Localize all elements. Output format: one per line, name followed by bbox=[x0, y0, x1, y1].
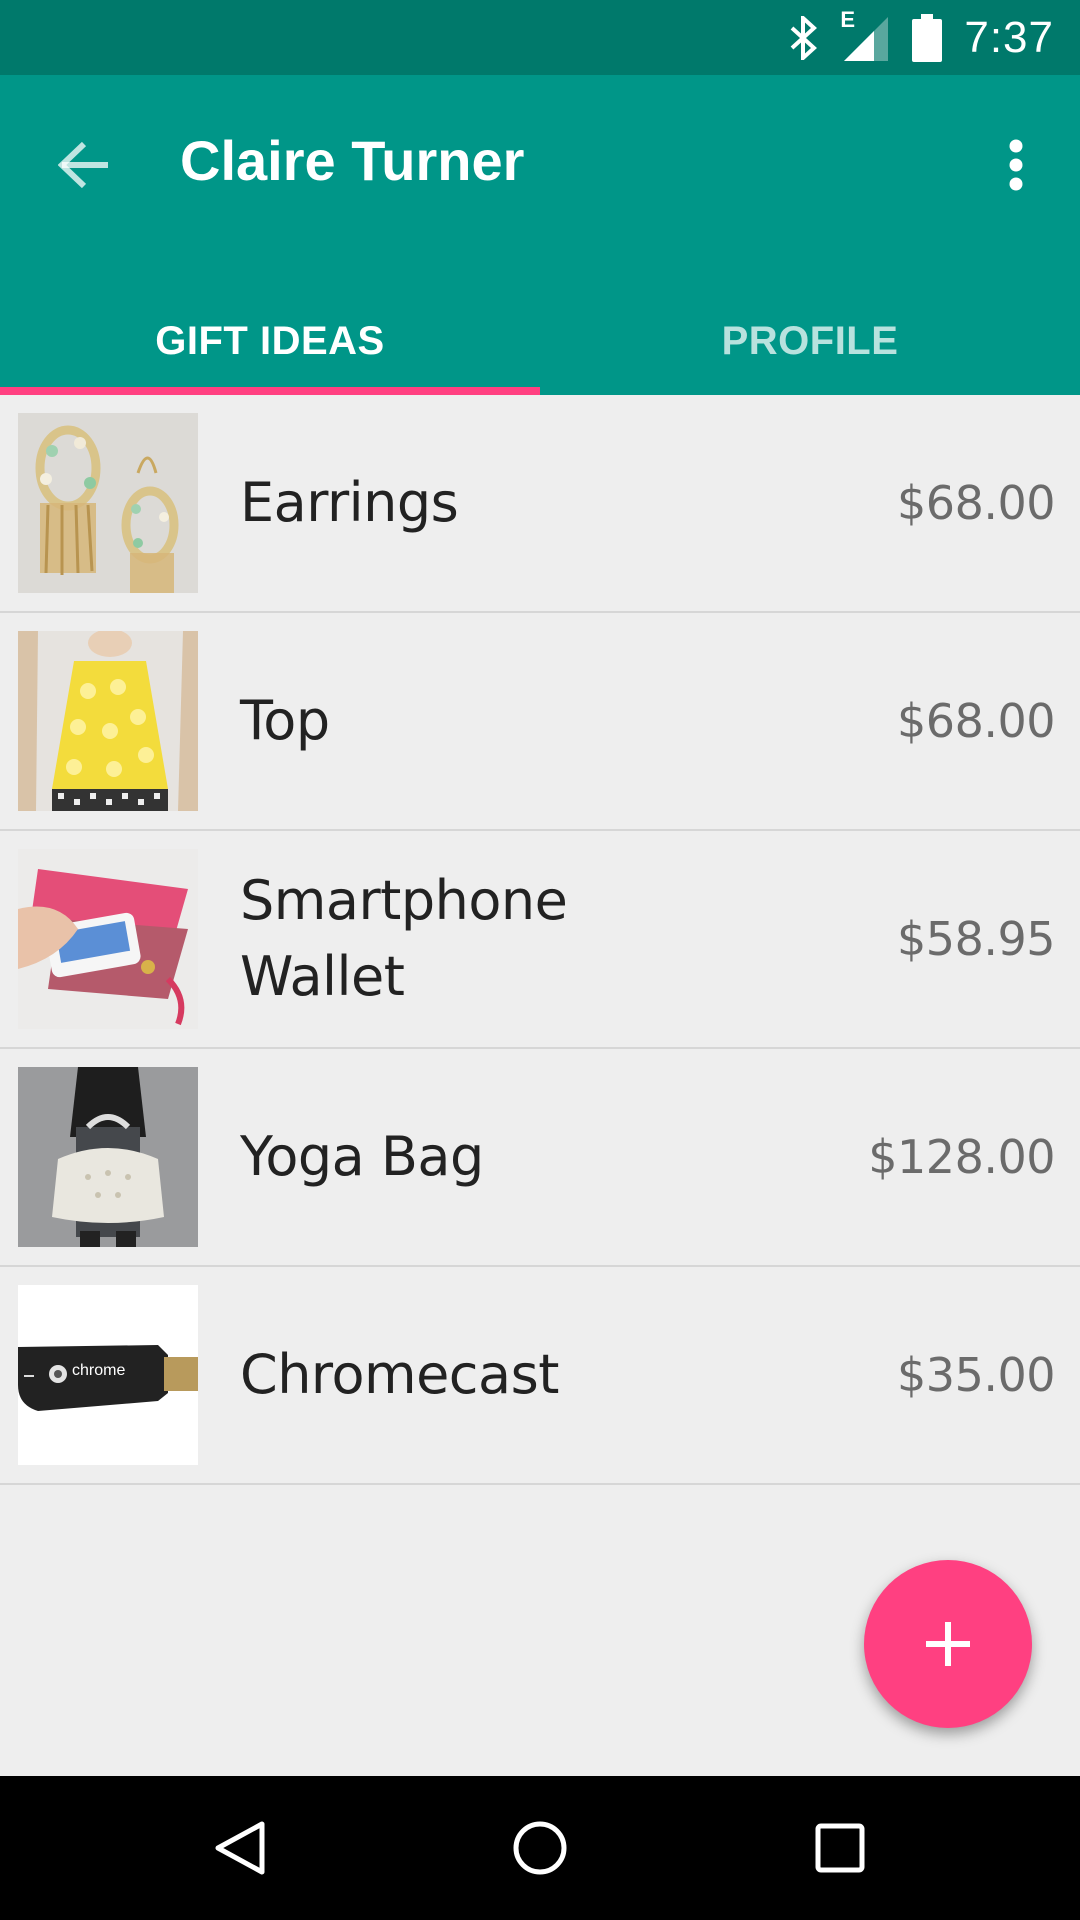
gift-price: $128.00 bbox=[868, 1130, 1055, 1184]
page-title: Claire Turner bbox=[180, 129, 525, 192]
gift-list: Earrings $68.00 Top $68.00 Smartphone Wa… bbox=[0, 395, 1080, 1485]
tab-bar: GIFT IDEAS PROFILE bbox=[0, 287, 1080, 395]
gift-name: Chromecast bbox=[240, 1343, 559, 1406]
wallet-photo bbox=[18, 849, 198, 1029]
list-item[interactable]: Top $68.00 bbox=[0, 613, 1080, 831]
tab-gift-ideas[interactable]: GIFT IDEAS bbox=[0, 287, 540, 395]
arrow-back-icon[interactable] bbox=[48, 129, 120, 201]
chromecast-photo: chrome bbox=[18, 1285, 198, 1465]
chromecast-label: chrome bbox=[72, 1362, 126, 1379]
add-gift-button[interactable] bbox=[864, 1560, 1032, 1728]
status-icons: E 7:37 bbox=[788, 0, 1054, 75]
list-item[interactable]: chrome Chromecast $35.00 bbox=[0, 1267, 1080, 1485]
earrings-photo bbox=[18, 413, 198, 593]
list-item[interactable]: Earrings $68.00 bbox=[0, 395, 1080, 613]
recents-square-icon[interactable] bbox=[760, 1776, 920, 1920]
top-photo bbox=[18, 631, 198, 811]
gift-name: Smartphone Wallet bbox=[240, 869, 568, 1008]
list-item[interactable]: Yoga Bag $128.00 bbox=[0, 1049, 1080, 1267]
yoga-bag-photo bbox=[18, 1067, 198, 1247]
back-triangle-icon[interactable] bbox=[160, 1776, 320, 1920]
gift-price: $58.95 bbox=[897, 912, 1055, 966]
tab-profile[interactable]: PROFILE bbox=[540, 287, 1080, 395]
app-bar: Claire Turner GIFT IDEAS PROFILE bbox=[0, 75, 1080, 395]
gift-name: Top bbox=[240, 689, 330, 752]
gift-price: $68.00 bbox=[897, 694, 1055, 748]
signal-icon: E bbox=[840, 7, 890, 63]
more-vert-icon[interactable] bbox=[988, 129, 1044, 201]
add-icon bbox=[926, 1622, 970, 1666]
gift-name: Yoga Bag bbox=[240, 1125, 484, 1188]
gift-name: Earrings bbox=[240, 471, 459, 534]
home-circle-icon[interactable] bbox=[460, 1776, 620, 1920]
tab-indicator bbox=[0, 387, 540, 395]
status-bar: E 7:37 bbox=[0, 0, 1080, 75]
network-type-label: E bbox=[840, 6, 856, 32]
gift-price: $68.00 bbox=[897, 476, 1055, 530]
battery-icon bbox=[912, 13, 943, 62]
gift-price: $35.00 bbox=[897, 1348, 1055, 1402]
clock: 7:37 bbox=[964, 13, 1054, 62]
navigation-bar bbox=[0, 1776, 1080, 1920]
bluetooth-icon bbox=[788, 15, 818, 60]
list-item[interactable]: Smartphone Wallet $58.95 bbox=[0, 831, 1080, 1049]
